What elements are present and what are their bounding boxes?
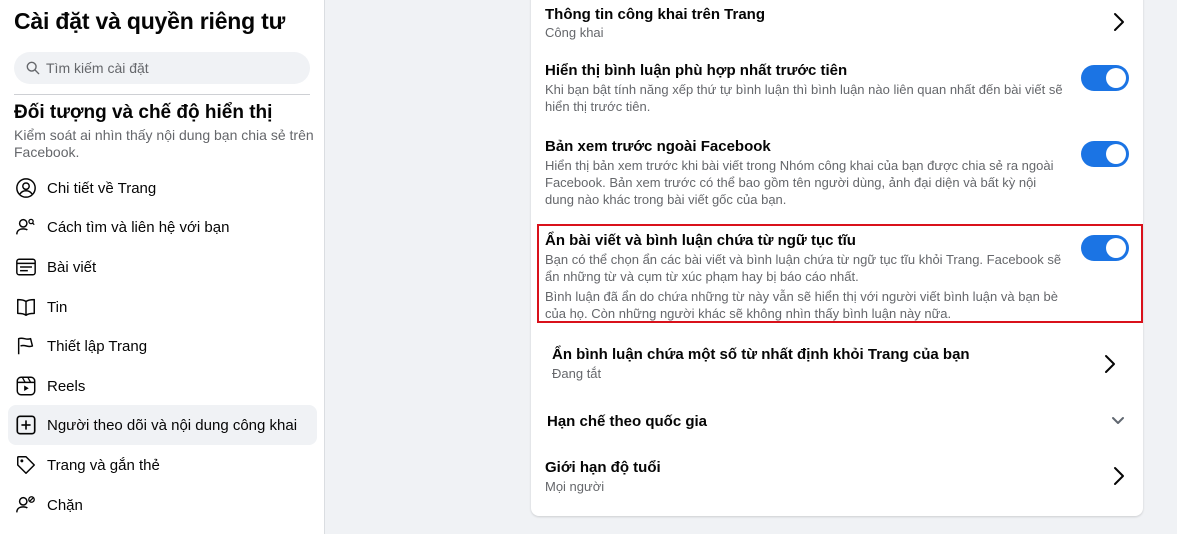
sidebar-item-label: Người theo dõi và nội dung công khai: [47, 416, 298, 434]
sidebar-item-followers-public-content[interactable]: Người theo dõi và nội dung công khai: [8, 405, 317, 445]
flag-icon: [14, 334, 38, 358]
sidebar-item-stories[interactable]: Tin: [8, 287, 317, 327]
sidebar-item-find-contact[interactable]: Cách tìm và liên hệ với bạn: [8, 207, 317, 247]
preview-outside-toggle[interactable]: [1081, 141, 1129, 167]
age-limit-title: Giới hạn độ tuổi: [545, 459, 661, 476]
chevron-down-icon[interactable]: [1110, 414, 1126, 428]
search-input[interactable]: [46, 60, 296, 76]
section-title: Đối tượng và chế độ hiển thị: [14, 102, 273, 123]
hide-words-value: Đang tắt: [552, 366, 602, 381]
sidebar-item-page-tagging[interactable]: Trang và gắn thẻ: [8, 445, 317, 485]
relevant-comments-row: Hiển thị bình luận phù hợp nhất trước ti…: [545, 61, 1065, 115]
settings-sidebar: Cài đặt và quyền riêng tư Đối tượng và c…: [0, 0, 325, 534]
sidebar-item-label: Chặn: [47, 496, 83, 514]
toggle-knob: [1106, 144, 1126, 164]
preview-outside-title: Bản xem trước ngoài Facebook: [545, 138, 771, 155]
age-limit-value: Mọi người: [545, 479, 605, 494]
hide-profanity-toggle[interactable]: [1081, 235, 1129, 261]
chevron-right-icon[interactable]: [1111, 466, 1127, 486]
country-restrict-title: Hạn chế theo quốc gia: [547, 413, 708, 430]
profile-icon: [14, 176, 38, 200]
hide-words-title: Ẩn bình luận chứa một số từ nhất định kh…: [552, 346, 970, 363]
sidebar-item-label: Reels: [47, 377, 86, 395]
preview-outside-row: Bản xem trước ngoài Facebook Hiển thị bả…: [545, 137, 1065, 208]
search-box[interactable]: [14, 52, 310, 84]
hide-profanity-note: Bình luận đã ẩn do chứa những từ này vẫn…: [545, 289, 1058, 321]
hide-profanity-title: Ẩn bài viết và bình luận chứa từ ngữ tục…: [545, 232, 856, 249]
chevron-right-icon[interactable]: [1102, 354, 1118, 374]
find-people-icon: [14, 215, 38, 239]
public-info-value: Công khai: [545, 25, 604, 40]
relevant-comments-title: Hiển thị bình luận phù hợp nhất trước ti…: [545, 62, 848, 79]
sidebar-item-label: Tin: [47, 298, 68, 316]
hide-words-row[interactable]: Ẩn bình luận chứa một số từ nhất định kh…: [552, 345, 1082, 382]
reels-icon: [14, 374, 38, 398]
sidebar-item-reels[interactable]: Reels: [8, 366, 317, 406]
sidebar-item-label: Thiết lập Trang: [47, 337, 148, 355]
plus-square-icon: [14, 413, 38, 437]
public-info-row[interactable]: Thông tin công khai trên Trang Công khai: [545, 5, 1085, 41]
sidebar-item-blocking[interactable]: Chặn: [8, 485, 317, 525]
relevant-comments-toggle[interactable]: [1081, 65, 1129, 91]
hide-profanity-description: Bạn có thể chọn ẩn các bài viết và bình …: [545, 252, 1062, 284]
sidebar-item-label: Bài viết: [47, 258, 97, 276]
chevron-right-icon[interactable]: [1111, 12, 1127, 32]
tag-icon: [14, 453, 38, 477]
sidebar-item-page-details[interactable]: Chi tiết về Trang: [8, 168, 317, 208]
posts-icon: [14, 255, 38, 279]
sidebar-item-page-setup[interactable]: Thiết lập Trang: [8, 326, 317, 366]
toggle-knob: [1106, 68, 1126, 88]
country-restrict-row[interactable]: Hạn chế theo quốc gia: [547, 412, 1067, 431]
hide-profanity-row: Ẩn bài viết và bình luận chứa từ ngữ tục…: [545, 231, 1065, 322]
sidebar-item-label: Trang và gắn thẻ: [47, 456, 160, 474]
sidebar-title: Cài đặt và quyền riêng tư: [14, 8, 286, 34]
block-user-icon: [14, 493, 38, 517]
book-icon: [14, 295, 38, 319]
sidebar-item-label: Cách tìm và liên hệ với bạn: [47, 218, 230, 236]
sidebar-item-posts[interactable]: Bài viết: [8, 247, 317, 287]
search-icon: [26, 61, 40, 75]
preview-outside-description: Hiển thị bản xem trước khi bài viết tron…: [545, 158, 1054, 207]
public-info-title: Thông tin công khai trên Trang: [545, 6, 765, 23]
sidebar-item-label: Chi tiết về Trang: [47, 179, 157, 197]
age-limit-row[interactable]: Giới hạn độ tuổi Mọi người: [545, 458, 1065, 495]
toggle-knob: [1106, 238, 1126, 258]
sidebar-divider: [14, 94, 310, 95]
section-description: Kiểm soát ai nhìn thấy nội dung bạn chia…: [14, 127, 314, 160]
relevant-comments-description: Khi bạn bật tính năng xếp thứ tự bình lu…: [545, 82, 1063, 114]
